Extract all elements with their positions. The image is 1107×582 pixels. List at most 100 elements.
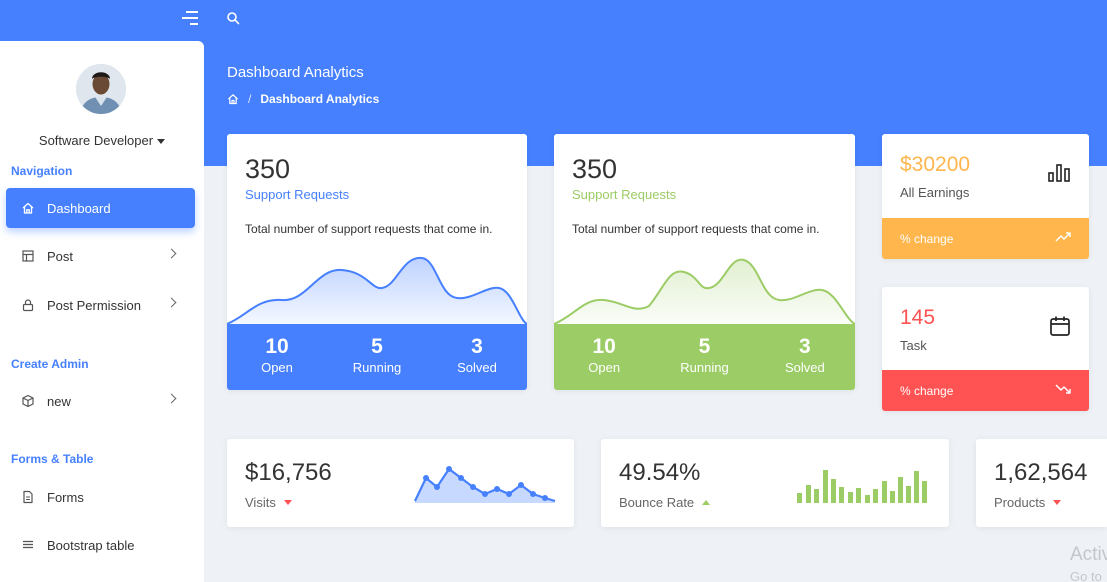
sidebar: Software Developer Navigation Dashboard … [0,41,204,582]
support-description: Total number of support requests that co… [572,222,820,236]
stat-running: 5 Running [327,324,427,390]
support-requests-card-blue: 350 Support Requests Total number of sup… [227,134,527,390]
task-value: 145 [900,306,936,329]
visits-sparkline [414,466,556,503]
task-card: 145 Task % change [882,287,1089,411]
trending-down-icon [1055,383,1071,398]
stat-label: Running [352,360,402,375]
chevron-right-icon [166,297,177,308]
stat-label: Running [680,360,729,375]
home-icon [21,201,35,215]
page-title: Dashboard Analytics [227,64,364,81]
watermark-line-2: Go to [1070,569,1102,582]
sidebar-item-label: Bootstrap table [47,537,135,553]
visits-label-text: Visits [245,495,276,510]
stat-value: 3 [798,335,811,358]
visits-card: $16,756 Visits [227,439,574,527]
task-footer: % change [882,370,1089,411]
products-value: 1,62,564 [994,459,1088,486]
bounce-rate-label: Bounce Rate [619,495,711,510]
watermark-line-1: Activ [1070,544,1107,565]
support-description: Total number of support requests that co… [245,222,493,236]
percent-change-label: % change [900,231,954,246]
support-area-chart [554,258,855,326]
sidebar-item-label: Dashboard [47,200,111,216]
nav-section-create-admin: Create Admin [11,357,89,371]
chevron-right-icon [166,393,177,404]
stat-label: Open [588,360,621,375]
stat-open: 10 Open [554,324,654,390]
bounce-rate-bar-sparkline [797,470,927,503]
lock-icon [21,298,35,312]
breadcrumb-separator: / [248,92,252,106]
support-count: 350 [245,154,291,184]
earnings-label: All Earnings [900,185,970,200]
sidebar-item-bootstrap-table[interactable]: Bootstrap table [6,525,195,565]
stat-value: 10 [592,335,616,358]
products-card: 1,62,564 Products [976,439,1107,527]
profile-role-text: Software Developer [38,133,154,148]
stat-value: 10 [265,335,289,358]
bar-chart-icon [1047,162,1071,187]
stat-value: 5 [371,335,383,358]
stat-value: 5 [698,335,711,358]
sidebar-item-label: new [47,393,71,409]
visits-label: Visits [245,495,292,510]
support-requests-card-green: 350 Support Requests Total number of sup… [554,134,855,390]
caret-down-icon [283,500,292,505]
chevron-right-icon [166,248,177,259]
nav-section-forms-table: Forms & Table [11,452,94,466]
layout-icon [21,249,35,263]
sidebar-item-label: Forms [47,489,84,505]
sidebar-item-label: Post [47,248,74,264]
support-label: Support Requests [245,187,350,202]
search-icon[interactable] [226,11,240,25]
bounce-rate-value: 49.54% [619,459,701,486]
percent-change-label: % change [900,383,954,398]
support-stats: 10 Open 5 Running 3 Solved [554,324,855,390]
products-label-text: Products [994,495,1046,510]
breadcrumb-current[interactable]: Dashboard Analytics [260,92,379,106]
earnings-value: $30200 [900,153,971,176]
earnings-footer: % change [882,218,1089,259]
sidebar-item-forms[interactable]: Forms [6,477,195,517]
nav-section-navigation: Navigation [11,164,73,178]
profile-role[interactable]: Software Developer [0,133,204,148]
bounce-rate-card: 49.54% Bounce Rate [601,439,949,527]
home-icon[interactable] [227,93,239,105]
caret-up-icon [702,500,711,505]
sidebar-item-post-permission[interactable]: Post Permission [6,285,195,325]
box-icon [21,394,35,408]
breadcrumb: / Dashboard Analytics [227,92,379,106]
stat-solved: 3 Solved [755,324,855,390]
sidebar-item-new[interactable]: new [6,381,195,421]
avatar[interactable] [76,64,126,114]
stat-running: 5 Running [654,324,754,390]
support-count: 350 [572,154,618,184]
stat-label: Solved [784,360,825,375]
support-label: Support Requests [572,187,677,202]
caret-down-icon [157,139,166,145]
stat-label: Solved [457,360,497,375]
file-text-icon [21,490,35,504]
visits-value: $16,756 [245,459,332,486]
stat-open: 10 Open [227,324,327,390]
calendar-icon [1049,315,1071,342]
bounce-rate-label-text: Bounce Rate [619,495,695,510]
sidebar-item-post[interactable]: Post [6,236,195,276]
activation-watermark: Activ Go to [1070,544,1107,582]
stat-label: Open [261,360,293,375]
align-justify-icon [21,538,35,552]
products-label: Products [994,495,1062,510]
sidebar-item-label: Post Permission [47,297,141,313]
support-stats: 10 Open 5 Running 3 Solved [227,324,527,390]
stat-value: 3 [471,335,483,358]
sidebar-item-dashboard[interactable]: Dashboard [6,188,195,228]
menu-toggle-icon[interactable] [176,10,198,28]
caret-down-icon [1053,500,1062,505]
task-label: Task [900,338,927,353]
earnings-card: $30200 All Earnings % change [882,134,1089,259]
stat-solved: 3 Solved [427,324,527,390]
trending-up-icon [1055,231,1071,246]
support-area-chart [227,256,527,326]
